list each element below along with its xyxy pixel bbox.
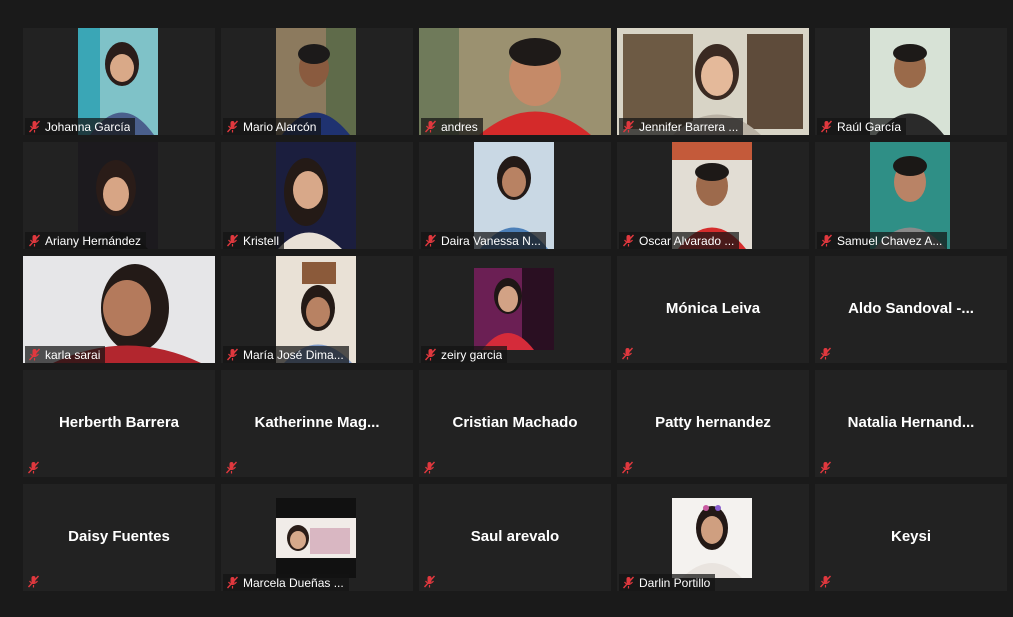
muted-mic-icon <box>226 348 239 361</box>
participant-video <box>474 268 554 350</box>
participant-label: zeiry garcia <box>421 346 508 363</box>
participant-tile-aldo[interactable]: Aldo Sandoval -... <box>815 256 1007 363</box>
participant-name: Kristell <box>243 233 280 248</box>
participant-video <box>672 498 752 578</box>
participant-label: karla sarai <box>25 346 106 363</box>
participant-video <box>276 498 356 578</box>
participant-label: Darlin Portillo <box>619 574 716 591</box>
participant-tile-ariany[interactable]: Ariany Hernández <box>23 142 215 249</box>
participant-name: Jennifer Barrera ... <box>639 119 739 134</box>
participant-name: Oscar Alvarado ... <box>639 233 735 248</box>
participant-name-center: Katherinne Mag... <box>254 414 380 431</box>
participant-name-center: Patty hernandez <box>655 414 771 431</box>
muted-mic-icon <box>424 348 437 361</box>
participant-label: María José Dima... <box>223 346 349 363</box>
muted-mic-icon <box>820 234 833 247</box>
participant-tile-zeiry[interactable]: zeiry garcia <box>419 256 611 363</box>
participant-name-center: Saul arevalo <box>470 528 560 545</box>
participant-name: Darlin Portillo <box>639 575 711 590</box>
participant-tile-jennifer[interactable]: Jennifer Barrera ... <box>617 28 809 135</box>
participant-tile-oscar[interactable]: Oscar Alvarado ... <box>617 142 809 249</box>
participant-tile-keysi[interactable]: Keysi <box>815 484 1007 591</box>
participant-tile-darlin[interactable]: Darlin Portillo <box>617 484 809 591</box>
participant-name-center: Keysi <box>890 528 932 545</box>
participant-video <box>276 142 356 249</box>
muted-mic-icon <box>819 575 832 588</box>
participant-tile-mario[interactable]: Mario Alarcón <box>221 28 413 135</box>
participant-label: Samuel Chavez A... <box>817 232 948 249</box>
muted-mic-icon <box>622 120 635 133</box>
muted-mic-icon <box>819 347 832 360</box>
participant-tile-monica[interactable]: Mónica Leiva <box>617 256 809 363</box>
participant-tile-katherinne[interactable]: Katherinne Mag... <box>221 370 413 477</box>
participant-label: andres <box>421 118 483 135</box>
participant-tile-natalia[interactable]: Natalia Hernand... <box>815 370 1007 477</box>
participant-name-center: Cristian Machado <box>452 414 578 431</box>
participant-name: María José Dima... <box>243 347 344 362</box>
participant-tile-marcela[interactable]: Marcela Dueñas ... <box>221 484 413 591</box>
participant-tile-saul[interactable]: Saul arevalo <box>419 484 611 591</box>
participant-tile-herberth[interactable]: Herberth Barrera <box>23 370 215 477</box>
participant-tile-samuel[interactable]: Samuel Chavez A... <box>815 142 1007 249</box>
participant-tile-andres[interactable]: andres <box>419 28 611 135</box>
muted-mic-icon <box>28 234 41 247</box>
participant-name: Daira Vanessa N... <box>441 233 541 248</box>
muted-mic-icon <box>621 347 634 360</box>
participant-label: Johanna García <box>25 118 136 135</box>
participant-name: andres <box>441 119 478 134</box>
participant-name: Samuel Chavez A... <box>837 233 943 248</box>
participant-label: Ariany Hernández <box>25 232 147 249</box>
muted-mic-icon <box>226 234 239 247</box>
participant-tile-maria-jose[interactable]: María José Dima... <box>221 256 413 363</box>
muted-mic-icon <box>28 120 41 133</box>
participant-name-center: Natalia Hernand... <box>847 414 975 431</box>
muted-mic-icon <box>622 234 635 247</box>
participant-name-center: Daisy Fuentes <box>68 528 170 545</box>
participant-label: Jennifer Barrera ... <box>619 118 744 135</box>
participant-label: Mario Alarcón <box>223 118 322 135</box>
muted-mic-icon <box>621 461 634 474</box>
participant-tile-daira[interactable]: Daira Vanessa N... <box>419 142 611 249</box>
muted-mic-icon <box>424 120 437 133</box>
muted-mic-icon <box>226 120 239 133</box>
participant-tile-patty[interactable]: Patty hernandez <box>617 370 809 477</box>
participant-label: Daira Vanessa N... <box>421 232 546 249</box>
participant-tile-raul[interactable]: Raúl García <box>815 28 1007 135</box>
muted-mic-icon <box>622 576 635 589</box>
muted-mic-icon <box>423 461 436 474</box>
participant-name-center: Aldo Sandoval -... <box>848 300 974 317</box>
gallery-grid: Johanna García Mario Alarcón andres Jenn… <box>23 28 1007 592</box>
participant-label: Raúl García <box>817 118 907 135</box>
muted-mic-icon <box>424 234 437 247</box>
muted-mic-icon <box>27 461 40 474</box>
participant-name-center: Mónica Leiva <box>665 300 761 317</box>
muted-mic-icon <box>27 575 40 588</box>
muted-mic-icon <box>225 461 238 474</box>
participant-tile-johanna[interactable]: Johanna García <box>23 28 215 135</box>
participant-tile-daisy[interactable]: Daisy Fuentes <box>23 484 215 591</box>
participant-name: Mario Alarcón <box>243 119 317 134</box>
participant-name: Raúl García <box>837 119 902 134</box>
participant-label: Marcela Dueñas ... <box>223 574 349 591</box>
participant-tile-karla[interactable]: karla sarai <box>23 256 215 363</box>
participant-tile-kristell[interactable]: Kristell <box>221 142 413 249</box>
participant-tile-cristian[interactable]: Cristian Machado <box>419 370 611 477</box>
muted-mic-icon <box>820 120 833 133</box>
muted-mic-icon <box>28 348 41 361</box>
participant-name-center: Herberth Barrera <box>58 414 180 431</box>
participant-name: Ariany Hernández <box>45 233 142 248</box>
participant-label: Kristell <box>223 232 285 249</box>
muted-mic-icon <box>226 576 239 589</box>
participant-label: Oscar Alvarado ... <box>619 232 740 249</box>
participant-name: karla sarai <box>45 347 101 362</box>
participant-name: Johanna García <box>45 119 131 134</box>
muted-mic-icon <box>423 575 436 588</box>
participant-name: Marcela Dueñas ... <box>243 575 344 590</box>
muted-mic-icon <box>819 461 832 474</box>
participant-name: zeiry garcia <box>441 347 503 362</box>
